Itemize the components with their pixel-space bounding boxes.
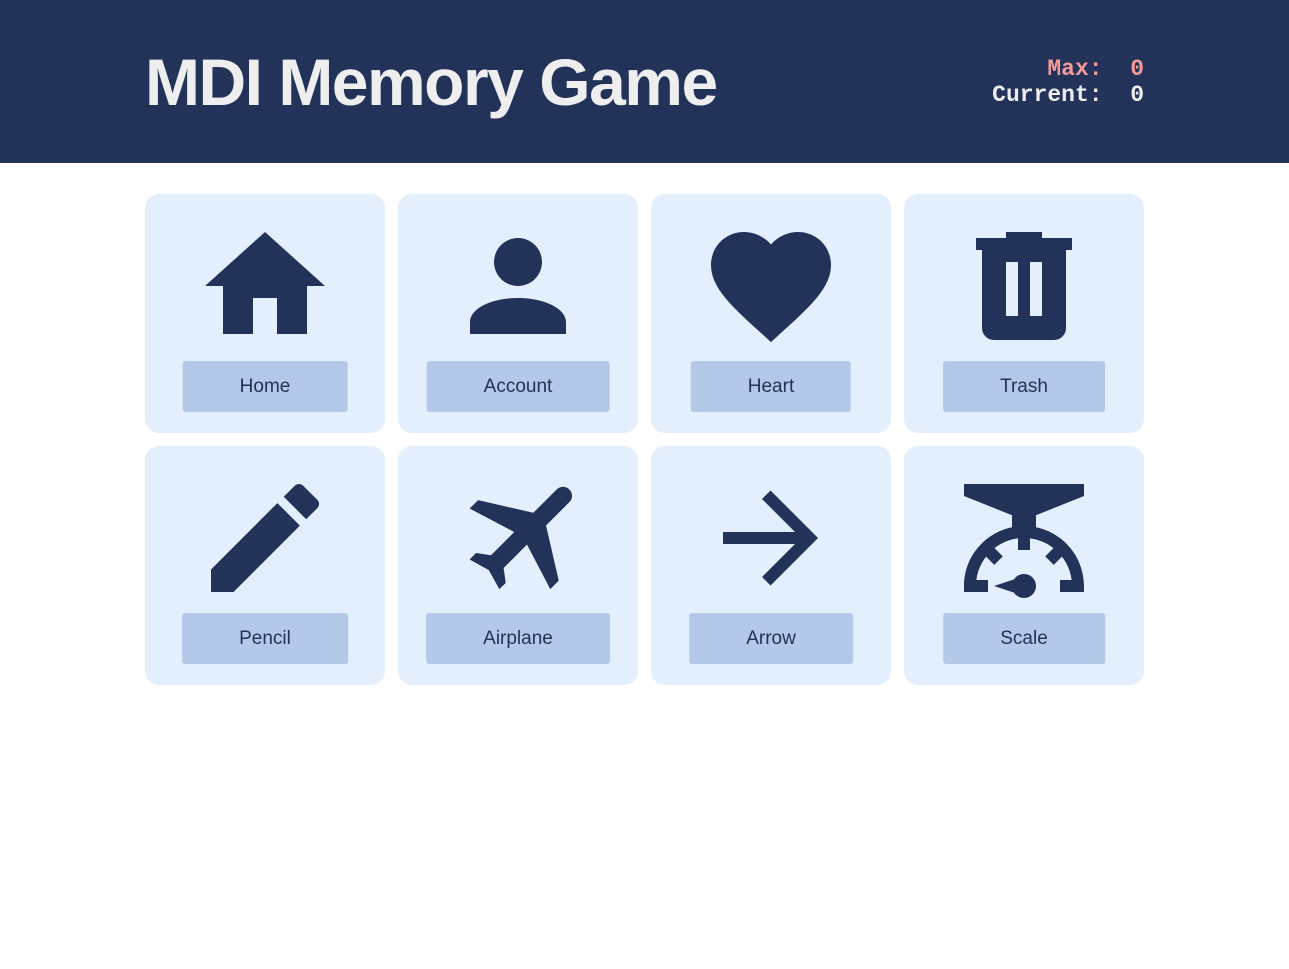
page-title: MDI Memory Game bbox=[145, 45, 718, 119]
card-scale[interactable]: Scale bbox=[904, 446, 1144, 685]
card-label[interactable]: Account bbox=[426, 361, 610, 412]
card-label[interactable]: Home bbox=[182, 361, 348, 412]
card-grid: Home Account Heart Trash Pencil Airplane… bbox=[145, 194, 1144, 685]
header: MDI Memory Game Max: 0 Current: 0 bbox=[0, 0, 1289, 163]
max-score: Max: 0 bbox=[992, 56, 1144, 82]
arrow-right-icon bbox=[723, 490, 819, 586]
card-label[interactable]: Trash bbox=[943, 361, 1105, 412]
current-score-value: 0 bbox=[1130, 82, 1144, 108]
max-score-value: 0 bbox=[1130, 56, 1144, 82]
card-airplane[interactable]: Airplane bbox=[398, 446, 638, 685]
airplane-icon bbox=[469, 486, 573, 590]
score-panel: Max: 0 Current: 0 bbox=[992, 56, 1144, 108]
card-label[interactable]: Pencil bbox=[182, 613, 348, 664]
card-arrow[interactable]: Arrow bbox=[651, 446, 891, 685]
heart-icon bbox=[711, 232, 831, 343]
max-score-label: Max: bbox=[1047, 56, 1103, 82]
current-score-label: Current: bbox=[992, 82, 1103, 108]
pencil-icon bbox=[211, 483, 320, 592]
card-home[interactable]: Home bbox=[145, 194, 385, 433]
card-label[interactable]: Airplane bbox=[426, 613, 610, 664]
card-label[interactable]: Heart bbox=[690, 361, 852, 412]
card-trash[interactable]: Trash bbox=[904, 194, 1144, 433]
scale-icon bbox=[964, 484, 1084, 598]
trash-icon bbox=[976, 232, 1072, 340]
card-account[interactable]: Account bbox=[398, 194, 638, 433]
card-label[interactable]: Arrow bbox=[689, 613, 853, 664]
home-icon bbox=[205, 232, 325, 334]
current-score: Current: 0 bbox=[992, 82, 1144, 108]
card-heart[interactable]: Heart bbox=[651, 194, 891, 433]
card-pencil[interactable]: Pencil bbox=[145, 446, 385, 685]
account-icon bbox=[470, 238, 566, 334]
card-label[interactable]: Scale bbox=[943, 613, 1105, 664]
